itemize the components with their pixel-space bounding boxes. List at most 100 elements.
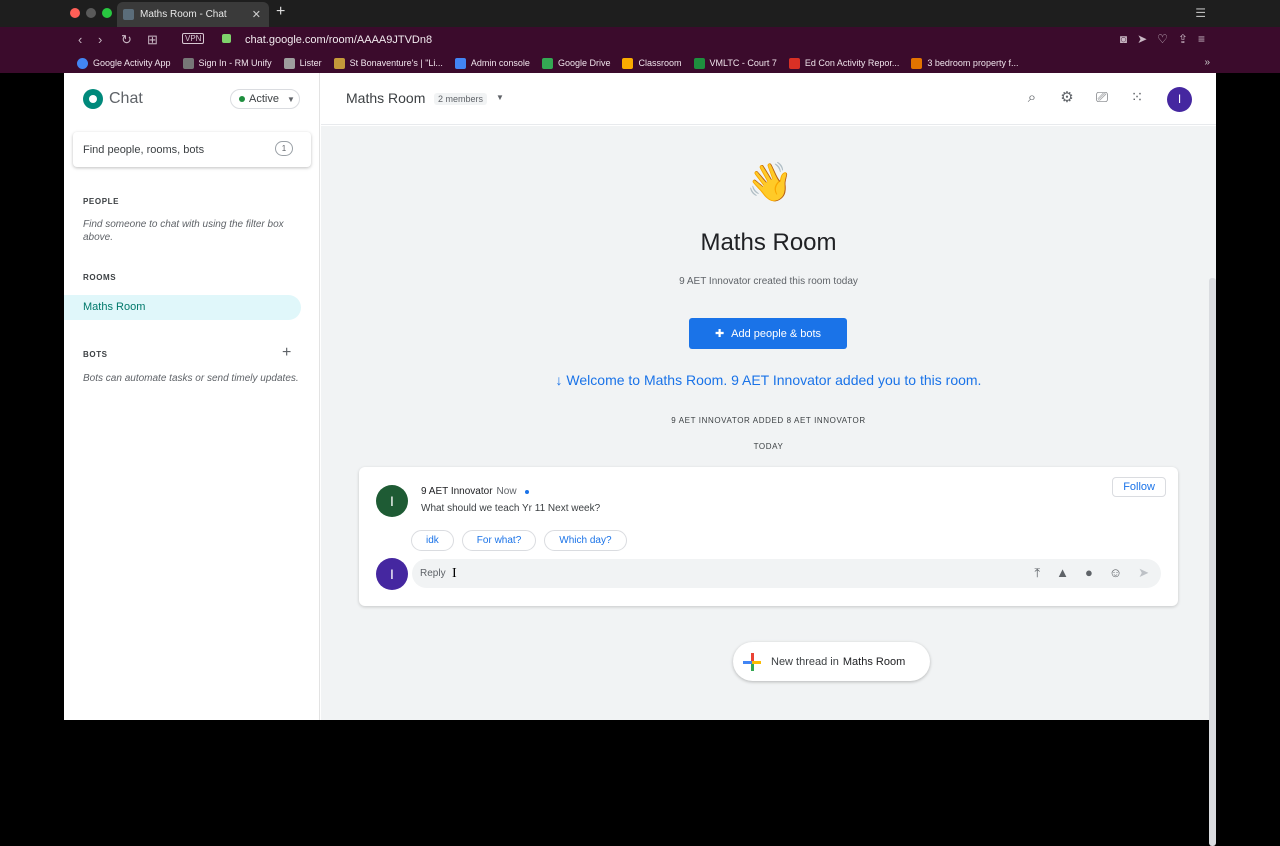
- tab-menu-icon[interactable]: ☰: [1195, 6, 1206, 20]
- sidebar: Chat Active ▼ Find people, rooms, bots 1…: [64, 73, 320, 720]
- bookmark-favicon-icon: [693, 57, 705, 69]
- bookmark-item[interactable]: 3 bedroom property f...: [911, 57, 1019, 69]
- add-people-bots-button[interactable]: ✚ Add people & bots: [689, 318, 847, 349]
- bookmark-label: Classroom: [638, 58, 682, 68]
- smart-reply-chip[interactable]: Which day?: [544, 530, 627, 551]
- grid-icon[interactable]: ⊞: [147, 32, 158, 48]
- share-icon[interactable]: ⇪: [1178, 32, 1188, 46]
- online-indicator: [524, 489, 529, 494]
- forward-icon[interactable]: ›: [98, 32, 102, 47]
- tab-strip: Maths Room - Chat ✕ + ☰: [0, 0, 1280, 27]
- person-add-icon: ✚: [714, 328, 725, 340]
- search-shortcut-badge: 1: [275, 141, 293, 156]
- drive-icon[interactable]: ▲: [1056, 565, 1069, 581]
- bookmark-item[interactable]: St Bonaventure's | "Li...: [333, 57, 443, 69]
- reply-input[interactable]: [420, 565, 980, 582]
- vpn-badge[interactable]: VPN: [182, 33, 205, 44]
- people-hint: Find someone to chat with using the filt…: [83, 219, 284, 243]
- new-thread-room: Maths Room: [842, 655, 906, 668]
- video-meet-icon[interactable]: ●: [1085, 565, 1093, 581]
- minimize-window-button[interactable]: [86, 8, 96, 18]
- smart-reply-chip[interactable]: For what?: [461, 530, 537, 551]
- reload-icon[interactable]: ↻: [121, 32, 132, 48]
- text-cursor-icon: I: [452, 566, 457, 581]
- message-time: Now: [496, 486, 517, 497]
- emoji-icon[interactable]: ☺: [1109, 565, 1122, 581]
- bookmarks-bar: Google Activity App Sign In - RM Unify L…: [0, 53, 1280, 73]
- room-main: 👋 Maths Room 9 AET Innovator created thi…: [321, 126, 1216, 846]
- header-actions: ⌕ ⚙ ⎚ ⁙: [1023, 89, 1146, 107]
- upload-icon[interactable]: ⤒: [1034, 565, 1040, 581]
- apps-grid-icon[interactable]: ⁙: [1128, 89, 1146, 107]
- tab-maths-room[interactable]: Maths Room - Chat ✕: [117, 2, 269, 27]
- smart-replies: idk For what? Which day?: [411, 530, 627, 551]
- zoom-window-button[interactable]: [102, 8, 112, 18]
- bookmark-item[interactable]: Ed Con Activity Repor...: [788, 57, 900, 69]
- feedback-icon[interactable]: ⎚: [1093, 89, 1111, 107]
- reply-box: I ⤒ ▲ ● ☺ ➤: [412, 559, 1161, 588]
- bookmark-item[interactable]: Google Activity App: [77, 57, 171, 69]
- bookmark-item[interactable]: Google Drive: [541, 57, 610, 69]
- bookmark-favicon-icon: [77, 57, 88, 69]
- bookmark-item[interactable]: Sign In - RM Unify: [182, 57, 272, 69]
- scrollbar[interactable]: [1209, 278, 1216, 846]
- account-avatar[interactable]: I: [1167, 87, 1192, 112]
- chat-favicon-icon: [123, 9, 134, 20]
- bookmark-label: VMLTC - Court 7: [709, 58, 777, 68]
- new-tab-button[interactable]: +: [276, 3, 285, 21]
- add-bot-icon[interactable]: +: [282, 344, 291, 362]
- chat-logo-icon: [83, 89, 103, 109]
- status-dot: [239, 96, 245, 102]
- bookmark-item[interactable]: Lister: [283, 57, 322, 69]
- search-icon[interactable]: ⌕: [1023, 89, 1041, 107]
- bookmark-favicon-icon: [454, 57, 466, 69]
- bookmark-item[interactable]: VMLTC - Court 7: [693, 57, 777, 69]
- welcome-link[interactable]: ↓ Welcome to Maths Room. 9 AET Innovator…: [321, 372, 1216, 388]
- author-name[interactable]: 9 AET Innovator: [421, 486, 493, 497]
- bookmark-label: Google Activity App: [93, 58, 171, 68]
- bookmark-item[interactable]: Admin console: [454, 57, 530, 69]
- bookmark-favicon-icon: [911, 57, 923, 69]
- url-field[interactable]: chat.google.com/room/AAAA9JTVDn8: [245, 34, 432, 46]
- reply-avatar: I: [376, 558, 408, 590]
- bookmark-favicon-icon: [622, 57, 634, 69]
- close-icon[interactable]: ✕: [252, 8, 261, 21]
- send-icon[interactable]: ➤: [1138, 565, 1149, 581]
- bots-hint: Bots can automate tasks or send timely u…: [83, 373, 299, 384]
- sidebar-item-maths-room[interactable]: Maths Room: [64, 295, 301, 320]
- status-label: Active: [249, 93, 279, 105]
- bookmark-item[interactable]: Classroom: [622, 57, 682, 69]
- bookmark-label: 3 bedroom property f...: [927, 58, 1019, 68]
- send-icon[interactable]: ➤: [1137, 32, 1147, 46]
- menu-icon[interactable]: ≡: [1198, 32, 1205, 46]
- author-avatar[interactable]: I: [376, 485, 408, 517]
- bookmark-label: Sign In - RM Unify: [198, 58, 272, 68]
- address-bar: ‹ › ↻ ⊞ VPN chat.google.com/room/AAAA9JT…: [0, 27, 1280, 53]
- search-placeholder: Find people, rooms, bots: [83, 143, 205, 156]
- bookmark-favicon-icon: [182, 57, 194, 69]
- bookmark-favicon-icon: [788, 57, 800, 69]
- chevron-down-icon[interactable]: ▼: [496, 93, 504, 102]
- bookmark-label: Ed Con Activity Repor...: [804, 58, 900, 68]
- camera-icon[interactable]: ◙: [1120, 32, 1127, 46]
- rooms-section-title: ROOMS: [83, 273, 117, 282]
- close-window-button[interactable]: [70, 8, 80, 18]
- follow-button[interactable]: Follow: [1112, 477, 1166, 497]
- bookmarks-overflow-icon[interactable]: »: [1204, 57, 1210, 68]
- room-created-text: 9 AET Innovator created this room today: [679, 276, 858, 287]
- back-icon[interactable]: ‹: [78, 32, 82, 47]
- search-input[interactable]: Find people, rooms, bots 1: [73, 132, 311, 167]
- tab-title: Maths Room - Chat: [140, 9, 227, 20]
- smart-reply-chip[interactable]: idk: [411, 530, 454, 551]
- lock-icon[interactable]: [222, 34, 231, 43]
- new-thread-button[interactable]: New thread in Maths Room: [733, 642, 930, 681]
- gear-icon[interactable]: ⚙: [1058, 89, 1076, 107]
- chat-logo[interactable]: Chat: [83, 89, 143, 109]
- room-title[interactable]: Maths Room: [346, 90, 425, 106]
- status-dropdown[interactable]: Active ▼: [230, 89, 300, 109]
- add-people-bots-label: Add people & bots: [731, 327, 822, 340]
- room-welcome-title: Maths Room: [700, 229, 837, 256]
- reply-actions: ⤒ ▲ ● ☺ ➤: [1034, 565, 1149, 581]
- heart-icon[interactable]: ♡: [1157, 32, 1168, 46]
- members-badge[interactable]: 2 members: [434, 93, 488, 105]
